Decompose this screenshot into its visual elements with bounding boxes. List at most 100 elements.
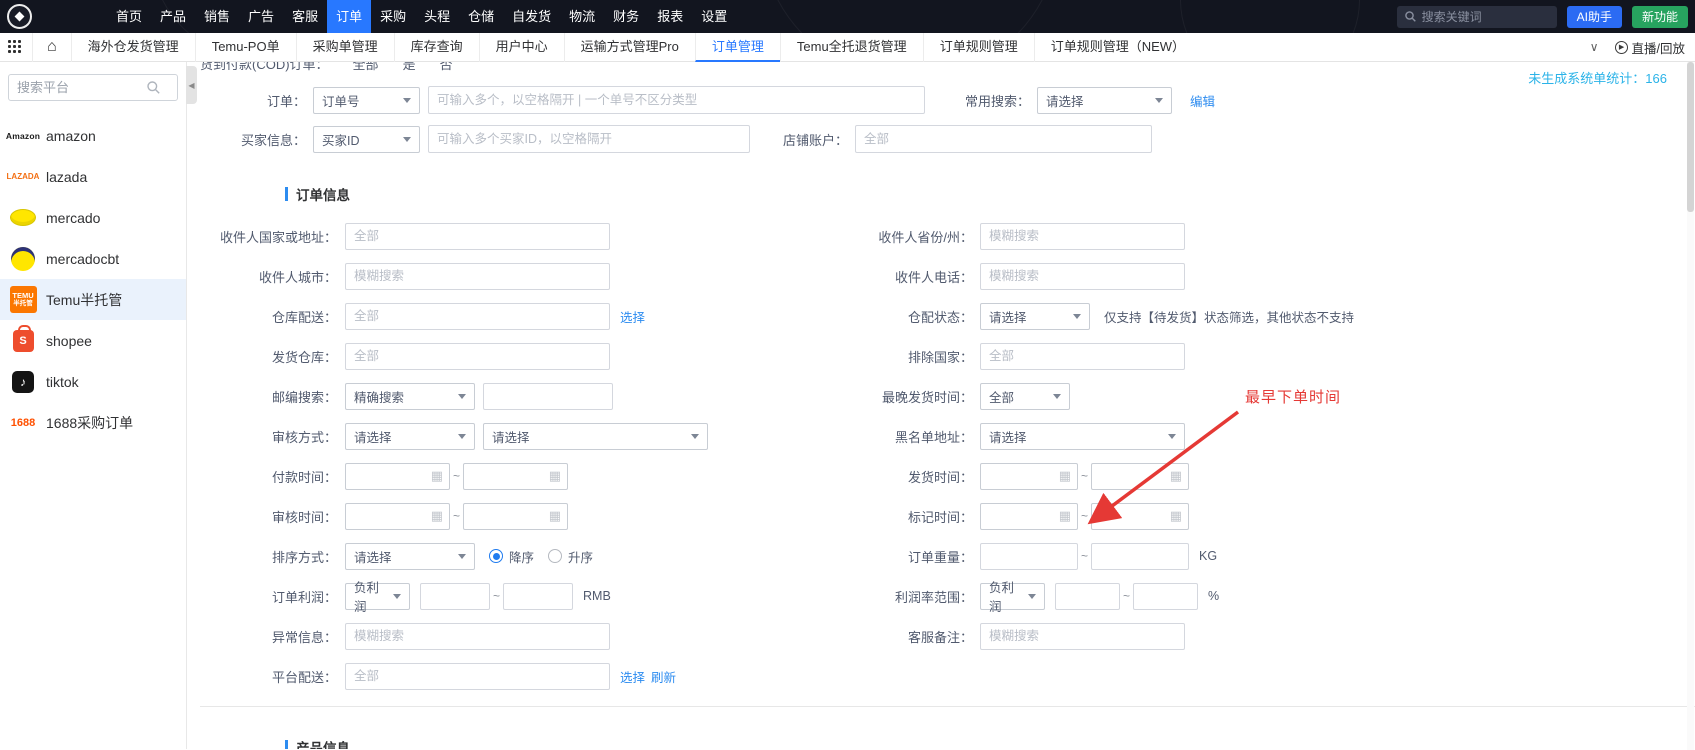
- warehouse-delivery-input[interactable]: [345, 302, 610, 330]
- cod-option-no[interactable]: 否: [440, 62, 453, 72]
- cod-option-yes[interactable]: 是: [403, 62, 416, 72]
- recipient-phone-input[interactable]: [980, 262, 1185, 290]
- global-search-box[interactable]: [1396, 5, 1557, 28]
- quick-search-edit-link[interactable]: 编辑: [1190, 91, 1215, 110]
- platform-delivery-select-link[interactable]: 选择: [620, 667, 645, 686]
- new-feature-button[interactable]: 新功能: [1631, 5, 1688, 28]
- sort-desc-label[interactable]: 降序: [509, 547, 534, 566]
- nav-item-purchase[interactable]: 采购: [371, 0, 415, 33]
- order-weight-min-input[interactable]: [980, 542, 1078, 570]
- mark-time-start-date[interactable]: ▦: [980, 502, 1078, 530]
- tab-temu-returns[interactable]: Temu全托退货管理: [779, 32, 923, 62]
- shop-account-input[interactable]: [855, 125, 1152, 153]
- warehouse-status-select[interactable]: 请选择: [980, 302, 1090, 330]
- nav-item-home[interactable]: 首页: [107, 0, 151, 33]
- sidebar-collapse-handle[interactable]: ◀: [186, 66, 197, 104]
- nav-item-logistics[interactable]: 物流: [560, 0, 604, 33]
- tab-inventory-query[interactable]: 库存查询: [393, 32, 479, 62]
- zip-search-mode-select[interactable]: 精确搜索: [345, 382, 475, 410]
- order-weight-max-input[interactable]: [1091, 542, 1190, 570]
- nav-item-product[interactable]: 产品: [151, 0, 195, 33]
- tab-temu-po[interactable]: Temu-PO单: [194, 32, 296, 62]
- order-profit-mode-select[interactable]: 负利润: [345, 581, 410, 614]
- warehouse-delivery-select-link[interactable]: 选择: [620, 307, 645, 326]
- ship-warehouse-input[interactable]: [345, 342, 610, 370]
- tab-order-rules[interactable]: 订单规则管理: [922, 32, 1034, 62]
- zip-search-input[interactable]: [483, 382, 613, 410]
- platform-search-input[interactable]: [17, 80, 147, 95]
- platform-search-box[interactable]: [8, 74, 178, 101]
- recipient-country-input[interactable]: [345, 222, 610, 250]
- uncreated-orders-stat[interactable]: 未生成系统单统计：166: [1528, 68, 1667, 87]
- sidebar-item-mercado[interactable]: mercado: [0, 197, 186, 238]
- tab-overseas-warehouse[interactable]: 海外仓发货管理: [70, 32, 195, 62]
- nav-item-finance[interactable]: 财务: [604, 0, 648, 33]
- tab-purchase-orders[interactable]: 采购单管理: [295, 32, 394, 62]
- review-method-select[interactable]: 请选择: [345, 422, 475, 450]
- sidebar-item-lazada[interactable]: LAZADA lazada: [0, 156, 186, 197]
- nav-item-settings[interactable]: 设置: [692, 0, 736, 33]
- sort-asc-radio[interactable]: [548, 549, 563, 563]
- nav-item-first-leg[interactable]: 头程: [415, 0, 459, 33]
- profit-rate-max-input[interactable]: [1133, 582, 1199, 610]
- order-profit-max-input[interactable]: [503, 582, 574, 610]
- order-profit-min-input[interactable]: [420, 582, 490, 610]
- sort-desc-radio[interactable]: [489, 549, 503, 563]
- platform-delivery-input[interactable]: [345, 662, 610, 690]
- nav-item-self-delivery[interactable]: 自发货: [503, 0, 560, 33]
- buyer-id-input[interactable]: [428, 125, 750, 153]
- recipient-city-input[interactable]: [345, 262, 610, 290]
- exclude-country-input[interactable]: [980, 342, 1185, 370]
- review-time-end-date[interactable]: ▦: [463, 502, 569, 530]
- home-icon[interactable]: ⌂: [32, 32, 71, 62]
- review-method-label: 审核方式：: [271, 429, 337, 445]
- order-filter-panel: 未生成系统单统计：166 货到付款(COD)订单： 全部 是 否 订单： 订单号…: [200, 62, 1695, 749]
- profit-rate-min-input[interactable]: [1055, 582, 1120, 610]
- nav-item-customer-service[interactable]: 客服: [283, 0, 327, 33]
- pay-time-end-date[interactable]: ▦: [463, 462, 569, 490]
- tab-user-center[interactable]: 用户中心: [478, 32, 564, 62]
- chevron-down-icon[interactable]: ∨: [1590, 40, 1599, 54]
- blacklist-address-select[interactable]: 请选择: [980, 422, 1185, 450]
- latest-ship-time-select[interactable]: 全部: [980, 382, 1070, 410]
- nav-item-warehouse[interactable]: 仓储: [459, 0, 503, 33]
- abnormal-info-input[interactable]: [345, 622, 610, 650]
- scrollbar-thumb[interactable]: [1687, 62, 1694, 212]
- tab-shipping-method-pro[interactable]: 运输方式管理Pro: [563, 32, 695, 62]
- sort-select[interactable]: 请选择: [345, 542, 475, 570]
- global-search-input[interactable]: [1421, 9, 1532, 24]
- ship-time-end-date[interactable]: ▦: [1091, 462, 1190, 490]
- ship-time-start-date[interactable]: ▦: [980, 462, 1078, 490]
- sort-asc-label[interactable]: 升序: [568, 547, 593, 566]
- tab-order-management[interactable]: 订单管理: [694, 32, 780, 62]
- nav-item-orders[interactable]: 订单: [327, 0, 372, 33]
- recipient-state-label: 收件人省份/州：: [878, 229, 973, 245]
- nav-item-reports[interactable]: 报表: [648, 0, 692, 33]
- cod-option-all[interactable]: 全部: [353, 62, 379, 72]
- buyer-type-select[interactable]: 买家ID: [313, 125, 420, 153]
- live-replay-button[interactable]: ▶ 直播/回放: [1614, 38, 1685, 57]
- nav-item-sales[interactable]: 销售: [195, 0, 239, 33]
- apps-grid-icon[interactable]: [8, 40, 22, 54]
- sidebar-item-amazon[interactable]: Amazon amazon: [0, 115, 186, 156]
- nav-item-ads[interactable]: 广告: [239, 0, 283, 33]
- recipient-state-input[interactable]: [980, 222, 1185, 250]
- order-number-input[interactable]: [428, 86, 925, 114]
- quick-search-select[interactable]: 请选择: [1037, 86, 1172, 114]
- pay-time-start-date[interactable]: ▦: [345, 462, 450, 490]
- platform-delivery-refresh-link[interactable]: 刷新: [651, 667, 676, 686]
- chevron-down-icon: [691, 433, 699, 439]
- ai-assistant-button[interactable]: AI助手: [1566, 5, 1622, 28]
- profit-rate-mode-select[interactable]: 负利润: [980, 581, 1045, 614]
- review-method-sub-select[interactable]: 请选择: [483, 422, 708, 450]
- sidebar-item-shopee[interactable]: S shopee: [0, 320, 186, 361]
- cs-note-input[interactable]: [980, 622, 1185, 650]
- sidebar-item-mercadocbt[interactable]: mercadocbt: [0, 238, 186, 279]
- tab-order-rules-new[interactable]: 订单规则管理（NEW）: [1033, 32, 1201, 62]
- sidebar-item-tiktok[interactable]: ♪ tiktok: [0, 361, 186, 402]
- review-time-start-date[interactable]: ▦: [345, 502, 450, 530]
- order-type-select[interactable]: 订单号: [313, 86, 420, 114]
- sidebar-item-temu-semi[interactable]: TEMU 半托管 Temu半托管: [0, 279, 186, 320]
- mark-time-end-date[interactable]: ▦: [1091, 502, 1190, 530]
- sidebar-item-1688[interactable]: 1688 1688采购订单: [0, 402, 186, 443]
